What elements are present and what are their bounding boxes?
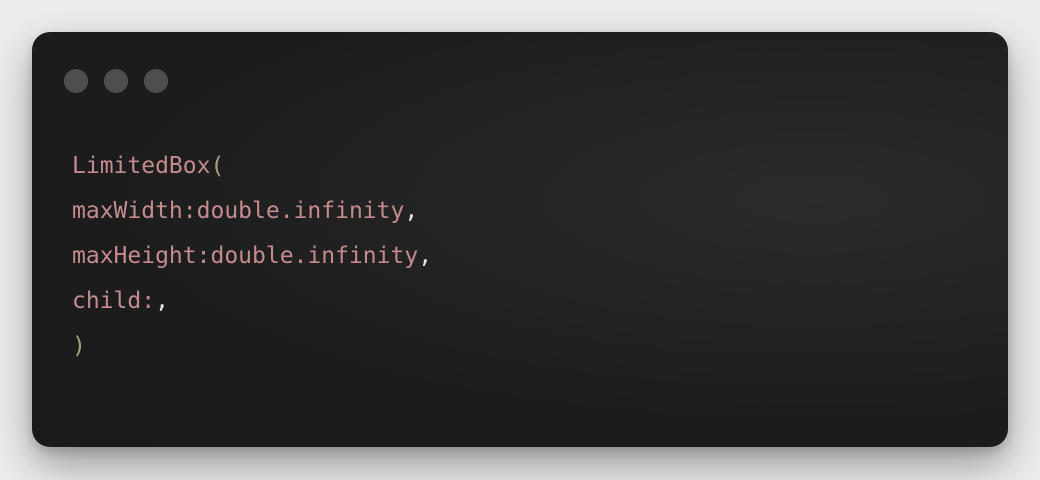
max-width-arg: maxWidth:double.infinity — [72, 198, 405, 224]
comma: , — [404, 198, 419, 224]
code-block: LimitedBox(maxWidth:double.infinity, maxH… — [72, 144, 432, 369]
child-arg: child: — [72, 288, 156, 314]
code-line-3: maxHeight:double.infinity, — [72, 234, 432, 279]
close-paren: ) — [72, 333, 86, 359]
comma: , — [418, 243, 433, 269]
minimize-dot-icon — [104, 69, 128, 93]
code-window: LimitedBox(maxWidth:double.infinity, maxH… — [32, 32, 1008, 447]
close-dot-icon — [64, 69, 88, 93]
maximize-dot-icon — [144, 69, 168, 93]
code-line-1: LimitedBox( — [72, 144, 432, 189]
widget-name: LimitedBox — [72, 153, 211, 179]
code-line-2: maxWidth:double.infinity, — [72, 189, 432, 234]
code-line-4: child:, — [72, 279, 432, 324]
open-paren: ( — [210, 153, 225, 179]
max-height-arg: maxHeight:double.infinity — [72, 243, 419, 269]
window-controls — [64, 69, 168, 93]
code-line-5: ) — [72, 324, 432, 369]
comma: , — [155, 288, 169, 314]
